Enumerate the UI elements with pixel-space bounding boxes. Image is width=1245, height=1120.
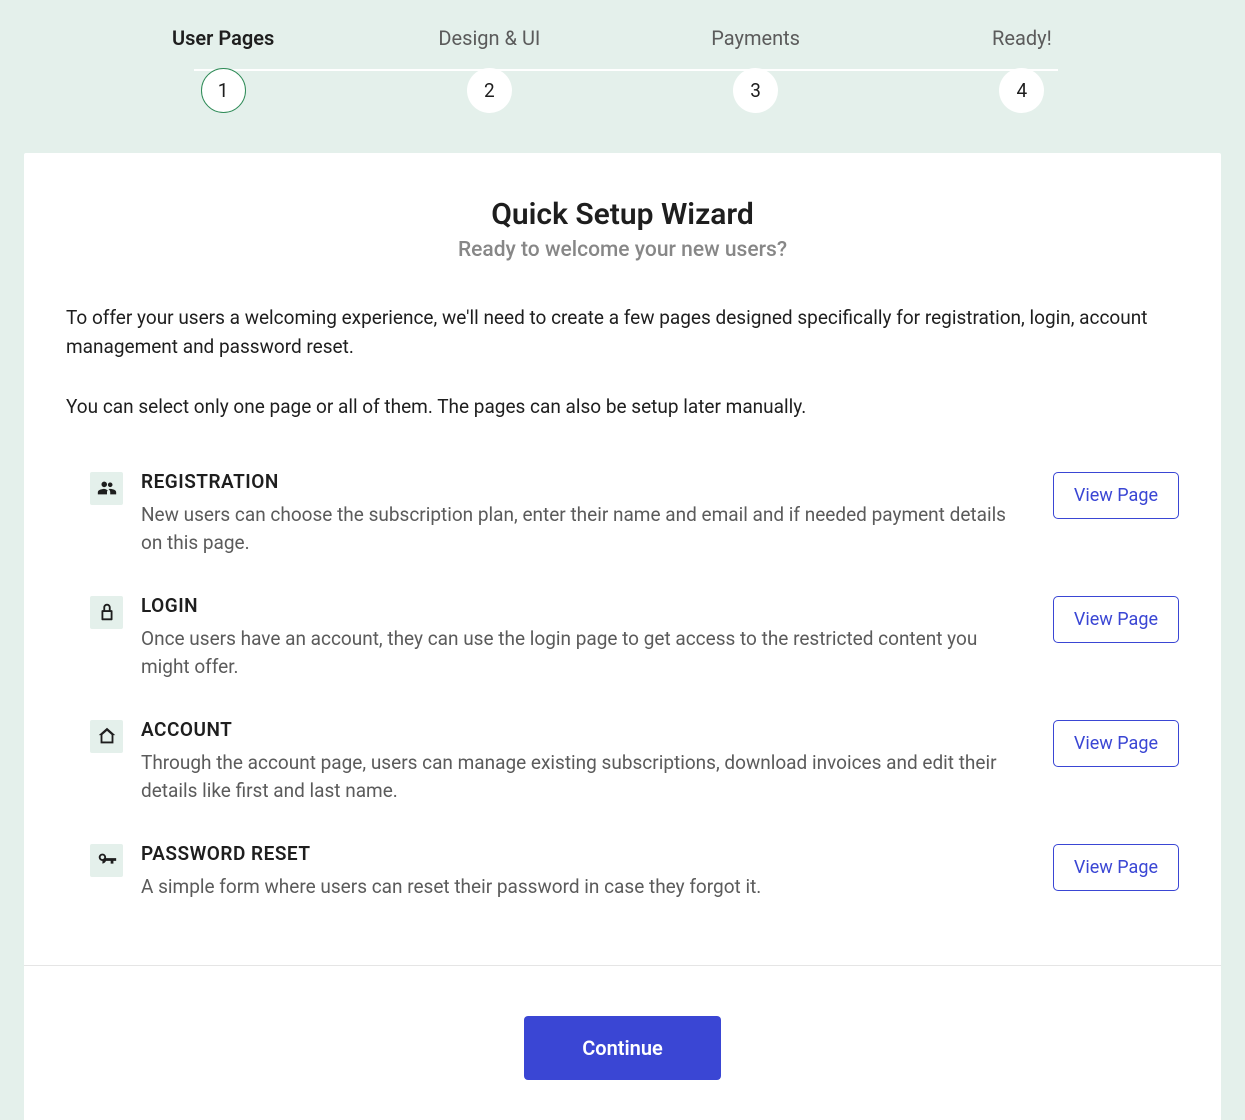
wizard-card: Quick Setup Wizard Ready to welcome your… (24, 153, 1221, 965)
page-description: New users can choose the subscription pl… (141, 501, 1017, 558)
users-icon (90, 472, 123, 505)
step-connector (491, 69, 775, 71)
wizard-footer: Continue (24, 965, 1221, 1120)
key-icon (90, 844, 123, 877)
page-description: A simple form where users can reset thei… (141, 873, 1017, 902)
wizard-title: Quick Setup Wizard (66, 197, 1179, 232)
page-title: REGISTRATION (141, 470, 1017, 493)
home-icon (90, 720, 123, 753)
step-label: Ready! (992, 26, 1052, 50)
page-description: Through the account page, users can mana… (141, 749, 1017, 806)
step-number: 3 (733, 68, 778, 113)
step-number: 2 (467, 68, 512, 113)
intro-paragraph: You can select only one page or all of t… (66, 393, 1179, 422)
continue-button[interactable]: Continue (524, 1016, 721, 1080)
intro-paragraph: To offer your users a welcoming experien… (66, 304, 1179, 361)
page-row-login: LOGIN Once users have an account, they c… (66, 578, 1179, 702)
lock-icon (90, 596, 123, 629)
wizard-subtitle: Ready to welcome your new users? (66, 238, 1179, 262)
page-title: LOGIN (141, 594, 1017, 617)
view-page-button[interactable]: View Page (1053, 720, 1179, 767)
page-title: ACCOUNT (141, 718, 1017, 741)
page-row-registration: REGISTRATION New users can choose the su… (66, 454, 1179, 578)
step-label: Payments (711, 26, 800, 50)
view-page-button[interactable]: View Page (1053, 596, 1179, 643)
view-page-button[interactable]: View Page (1053, 472, 1179, 519)
step-connector (194, 69, 490, 71)
step-number: 1 (201, 68, 246, 113)
step-label: Design & UI (438, 26, 540, 50)
setup-stepper: User Pages 1 Design & UI 2 Payments 3 Re… (0, 0, 1245, 153)
page-row-password-reset: PASSWORD RESET A simple form where users… (66, 826, 1179, 922)
page-description: Once users have an account, they can use… (141, 625, 1017, 682)
page-row-account: ACCOUNT Through the account page, users … (66, 702, 1179, 826)
step-number: 4 (999, 68, 1044, 113)
view-page-button[interactable]: View Page (1053, 844, 1179, 891)
step-label: User Pages (172, 26, 274, 50)
page-title: PASSWORD RESET (141, 842, 1017, 865)
